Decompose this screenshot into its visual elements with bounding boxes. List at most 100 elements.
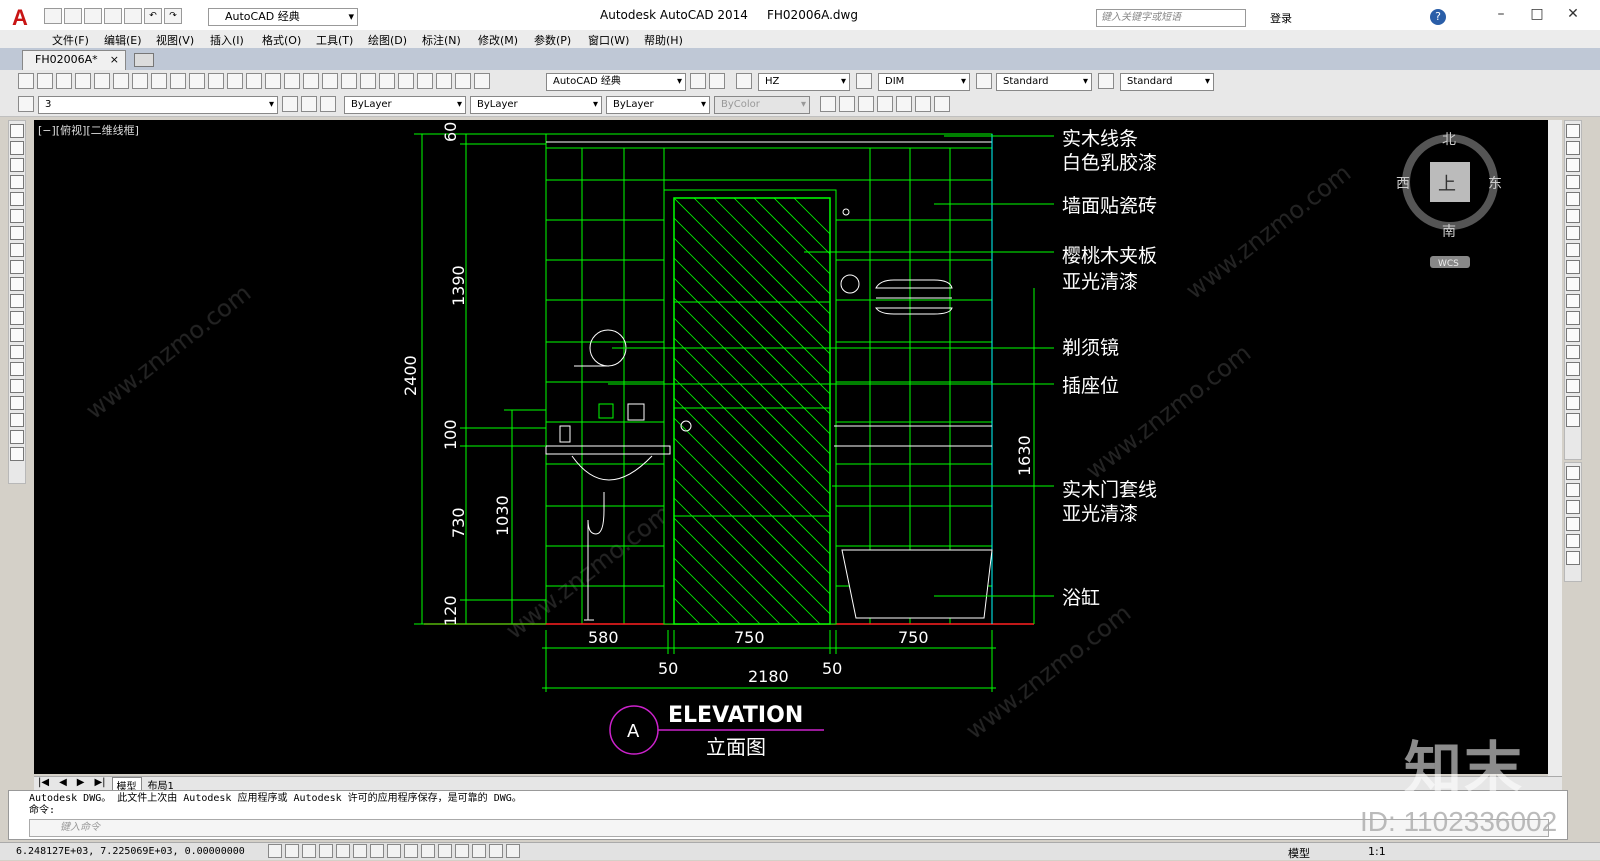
zoom-window-icon[interactable]: [322, 73, 338, 89]
minimize-icon[interactable]: –: [1486, 6, 1516, 24]
open-icon[interactable]: [37, 73, 53, 89]
login-button[interactable]: 登录: [1270, 10, 1292, 26]
redo-icon[interactable]: ↷: [164, 8, 182, 24]
table-style-icon[interactable]: [976, 73, 992, 89]
construction-line-icon[interactable]: [10, 141, 24, 155]
workspace-select[interactable]: AutoCAD 经典: [208, 8, 358, 26]
match-icon[interactable]: [208, 73, 224, 89]
infer-icon[interactable]: [268, 844, 282, 858]
zoom-realtime-icon[interactable]: [303, 73, 319, 89]
menu-file[interactable]: 文件(F): [52, 32, 89, 48]
stretch-icon[interactable]: [1566, 260, 1580, 274]
publish-icon[interactable]: [113, 73, 129, 89]
hatch-icon[interactable]: [10, 362, 24, 376]
undo-icon[interactable]: [246, 73, 262, 89]
command-input[interactable]: 键入命令: [29, 819, 1549, 837]
tab-document[interactable]: FH02006A* ×: [22, 50, 126, 70]
revcloud-icon[interactable]: [10, 243, 24, 257]
menu-draw[interactable]: 绘图(D): [368, 32, 407, 48]
layer-previous-icon[interactable]: [301, 96, 317, 112]
cut-icon[interactable]: [151, 73, 167, 89]
paste-icon[interactable]: [189, 73, 205, 89]
pan-icon[interactable]: [284, 73, 300, 89]
close-icon[interactable]: ✕: [1558, 6, 1588, 24]
mtext-icon[interactable]: [10, 430, 24, 444]
maximize-icon[interactable]: □: [1522, 6, 1552, 24]
material-icon[interactable]: [877, 96, 893, 112]
menu-format[interactable]: 格式(O): [262, 32, 301, 48]
line-icon[interactable]: [10, 124, 24, 138]
help-icon[interactable]: ?: [1430, 9, 1446, 25]
menu-tools[interactable]: 工具(T): [316, 32, 353, 48]
layer-manager-icon[interactable]: [18, 96, 34, 112]
lineweight-dropdown[interactable]: ByLayer: [606, 96, 710, 114]
design-center-icon[interactable]: [379, 73, 395, 89]
chamfer-icon[interactable]: [1566, 362, 1580, 376]
menu-dimension[interactable]: 标注(N): [422, 32, 461, 48]
region-icon[interactable]: [10, 396, 24, 410]
snap-icon[interactable]: [285, 844, 299, 858]
saveas-icon[interactable]: [104, 8, 122, 24]
sc-icon[interactable]: [489, 844, 503, 858]
ortho-icon[interactable]: [319, 844, 333, 858]
tpy-icon[interactable]: [455, 844, 469, 858]
color-dropdown[interactable]: ByLayer: [344, 96, 466, 114]
customize-icon[interactable]: [709, 73, 725, 89]
bring-above-icon[interactable]: [1566, 500, 1580, 514]
arc-icon[interactable]: [10, 209, 24, 223]
model-space-toggle[interactable]: 模型: [1288, 845, 1310, 861]
vertical-scrollbar[interactable]: [1548, 120, 1562, 776]
menu-edit[interactable]: 编辑(E): [104, 32, 142, 48]
trim-icon[interactable]: [1566, 277, 1580, 291]
multileader-style-icon[interactable]: [1098, 73, 1114, 89]
send-back-icon[interactable]: [1566, 483, 1580, 497]
regen-icon[interactable]: [934, 96, 950, 112]
qp-icon[interactable]: [472, 844, 486, 858]
print-icon[interactable]: [124, 8, 142, 24]
new-tab-button[interactable]: [134, 53, 154, 67]
workspace-settings-icon[interactable]: [690, 73, 706, 89]
erase-icon[interactable]: [1566, 124, 1580, 138]
new-icon[interactable]: [18, 73, 34, 89]
insert-block-icon[interactable]: [10, 311, 24, 325]
spline-icon[interactable]: [10, 260, 24, 274]
copy-icon[interactable]: [170, 73, 186, 89]
help-icon[interactable]: [474, 73, 490, 89]
polygon-icon[interactable]: [10, 175, 24, 189]
bring-front-icon[interactable]: [1566, 466, 1580, 480]
quickcalc-icon[interactable]: [455, 73, 471, 89]
workspace-dropdown[interactable]: AutoCAD 经典: [546, 73, 686, 91]
sheet-set-icon[interactable]: [417, 73, 433, 89]
open-icon[interactable]: [64, 8, 82, 24]
render-icon[interactable]: [820, 96, 836, 112]
properties-icon[interactable]: [360, 73, 376, 89]
explode-icon[interactable]: [1566, 413, 1580, 427]
viewcube[interactable]: 上 北 南 东 西 WCS: [1396, 132, 1502, 269]
save-icon[interactable]: [56, 73, 72, 89]
am-icon[interactable]: [506, 844, 520, 858]
dim-style-dropdown[interactable]: DIM: [878, 73, 970, 91]
menu-parameter[interactable]: 参数(P): [534, 32, 571, 48]
offset-icon[interactable]: [1566, 175, 1580, 189]
break-point-icon[interactable]: [1566, 311, 1580, 325]
blend-icon[interactable]: [1566, 396, 1580, 410]
viewport-controls[interactable]: [−][俯视][二维线框]: [38, 122, 139, 138]
menu-help[interactable]: 帮助(H): [644, 32, 683, 48]
osnap-icon[interactable]: [353, 844, 367, 858]
markup-icon[interactable]: [436, 73, 452, 89]
3d-orbit-icon[interactable]: [915, 96, 931, 112]
text-front-icon[interactable]: [1566, 534, 1580, 548]
new-icon[interactable]: [44, 8, 62, 24]
linetype-dropdown[interactable]: ByLayer: [470, 96, 602, 114]
tool-palettes-icon[interactable]: [398, 73, 414, 89]
grid-icon[interactable]: [302, 844, 316, 858]
copy-object-icon[interactable]: [1566, 141, 1580, 155]
dyn-icon[interactable]: [421, 844, 435, 858]
annotation-scale[interactable]: 1:1: [1368, 845, 1386, 858]
drawing-canvas[interactable]: [−][俯视][二维线框] www.znzmo.com www.znzmo.co…: [34, 120, 1548, 774]
block-editor-icon[interactable]: [227, 73, 243, 89]
menu-insert[interactable]: 插入(I): [210, 32, 244, 48]
array-icon[interactable]: [1566, 192, 1580, 206]
text-style-dropdown[interactable]: HZ: [758, 73, 850, 91]
tab-close-icon[interactable]: ×: [110, 51, 119, 69]
